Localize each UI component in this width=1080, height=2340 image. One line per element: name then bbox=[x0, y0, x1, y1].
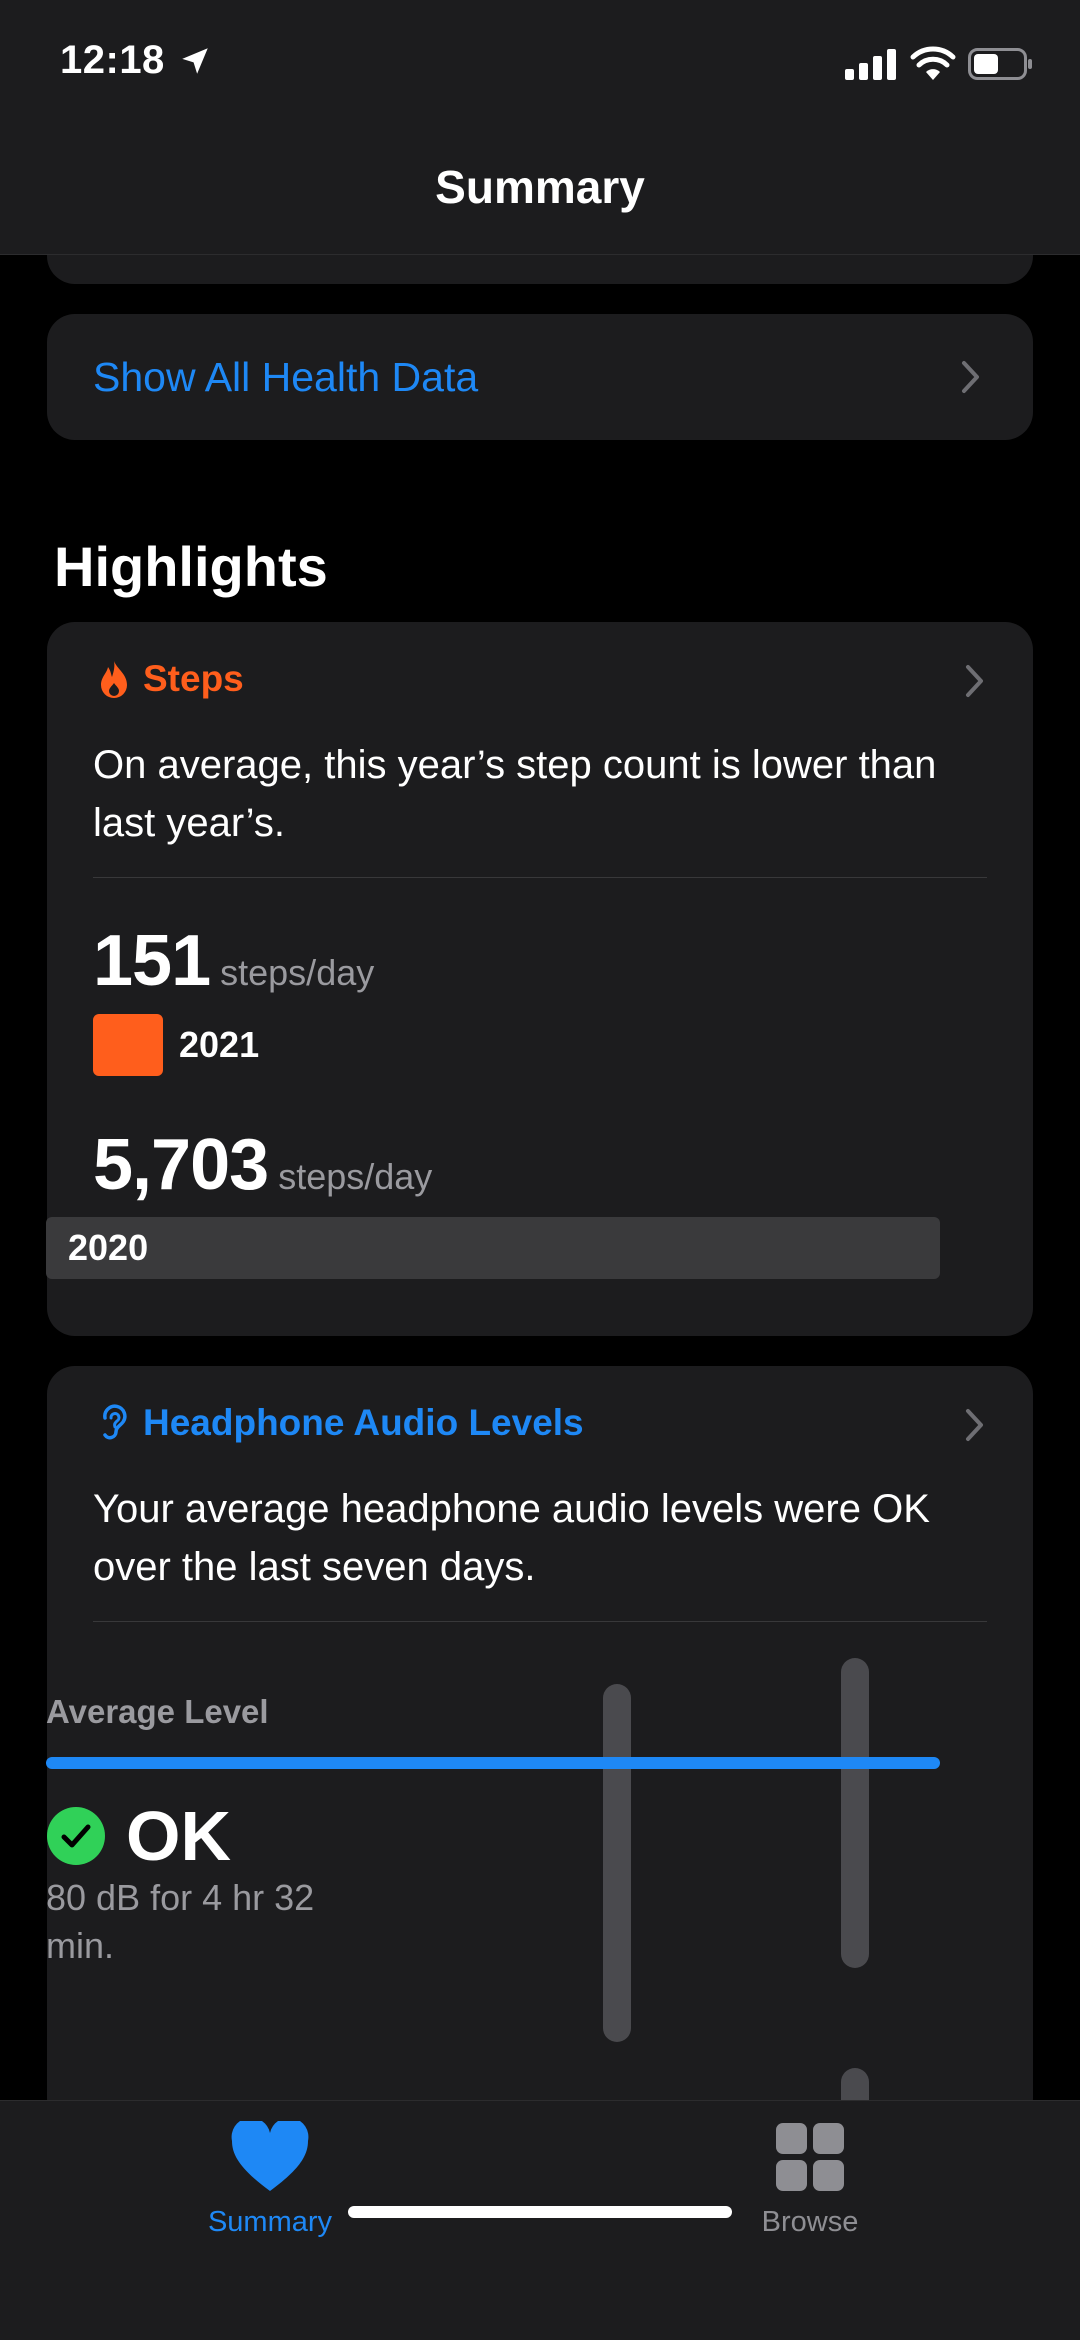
tab-browse-label: Browse bbox=[761, 2206, 859, 2238]
tab-summary-label: Summary bbox=[207, 2206, 333, 2238]
status-time: 12:18 bbox=[60, 38, 165, 82]
headphone-audio-card[interactable]: Headphone Audio Levels Your average head… bbox=[47, 1366, 1033, 2126]
location-arrow-icon bbox=[182, 48, 208, 74]
home-indicator[interactable] bbox=[348, 2206, 732, 2218]
average-level-label: Average Level bbox=[46, 1693, 269, 1730]
cellular-signal-icon bbox=[845, 48, 896, 80]
audio-card-title: Headphone Audio Levels bbox=[143, 1402, 584, 1443]
audio-status-text: OK bbox=[126, 1797, 231, 1875]
current-year-legend: 2021 bbox=[93, 1014, 259, 1076]
current-year-label: 2021 bbox=[179, 1024, 260, 1065]
current-steps-unit: steps/day bbox=[220, 952, 375, 993]
show-all-label: Show All Health Data bbox=[93, 354, 479, 400]
audio-level-bar bbox=[841, 1658, 869, 1968]
previous-steps-value: 5,703 steps/day bbox=[93, 1124, 432, 1206]
chevron-right-icon bbox=[966, 665, 983, 697]
audio-card-header: Headphone Audio Levels bbox=[97, 1402, 584, 1444]
steps-description: On average, this year’s step count is lo… bbox=[93, 743, 937, 845]
previous-steps-number: 5,703 bbox=[93, 1125, 269, 1205]
tab-bar: Summary Browse bbox=[0, 2100, 1080, 2340]
current-steps-value: 151 steps/day bbox=[93, 920, 374, 1002]
steps-card-header: Steps bbox=[97, 658, 244, 700]
checkmark-circle-icon bbox=[47, 1807, 105, 1865]
chevron-right-icon bbox=[962, 361, 979, 393]
highlights-heading: Highlights bbox=[54, 535, 328, 598]
tab-summary[interactable]: Summary bbox=[160, 2117, 380, 2239]
previous-year-bar: 2020 bbox=[46, 1217, 940, 1279]
current-year-bar bbox=[93, 1014, 163, 1076]
page-title: Summary bbox=[435, 161, 645, 213]
steps-card-title: Steps bbox=[143, 658, 244, 699]
current-steps-number: 151 bbox=[93, 921, 211, 1001]
wifi-icon bbox=[910, 46, 956, 80]
divider bbox=[93, 877, 987, 878]
navigation-bar: 12:18 Summary bbox=[0, 0, 1080, 255]
grid-icon bbox=[776, 2123, 844, 2191]
audio-status: OK bbox=[46, 1796, 231, 1876]
battery-icon bbox=[968, 48, 1032, 80]
average-level-line bbox=[46, 1757, 940, 1769]
heart-icon bbox=[231, 2117, 309, 2191]
chevron-right-icon bbox=[966, 1409, 983, 1441]
ear-icon bbox=[103, 1404, 127, 1440]
audio-level-bar bbox=[603, 1684, 631, 2042]
audio-description: Your average headphone audio levels were… bbox=[93, 1487, 930, 1589]
previous-year-label: 2020 bbox=[68, 1227, 149, 1268]
divider bbox=[93, 1621, 987, 1622]
previous-steps-unit: steps/day bbox=[278, 1156, 433, 1197]
flame-icon bbox=[101, 661, 127, 698]
tab-browse[interactable]: Browse bbox=[700, 2121, 920, 2239]
audio-status-detail: 80 dB for 4 hr 32 min. bbox=[46, 1877, 315, 1966]
show-all-health-data-button[interactable]: Show All Health Data bbox=[47, 314, 1033, 440]
